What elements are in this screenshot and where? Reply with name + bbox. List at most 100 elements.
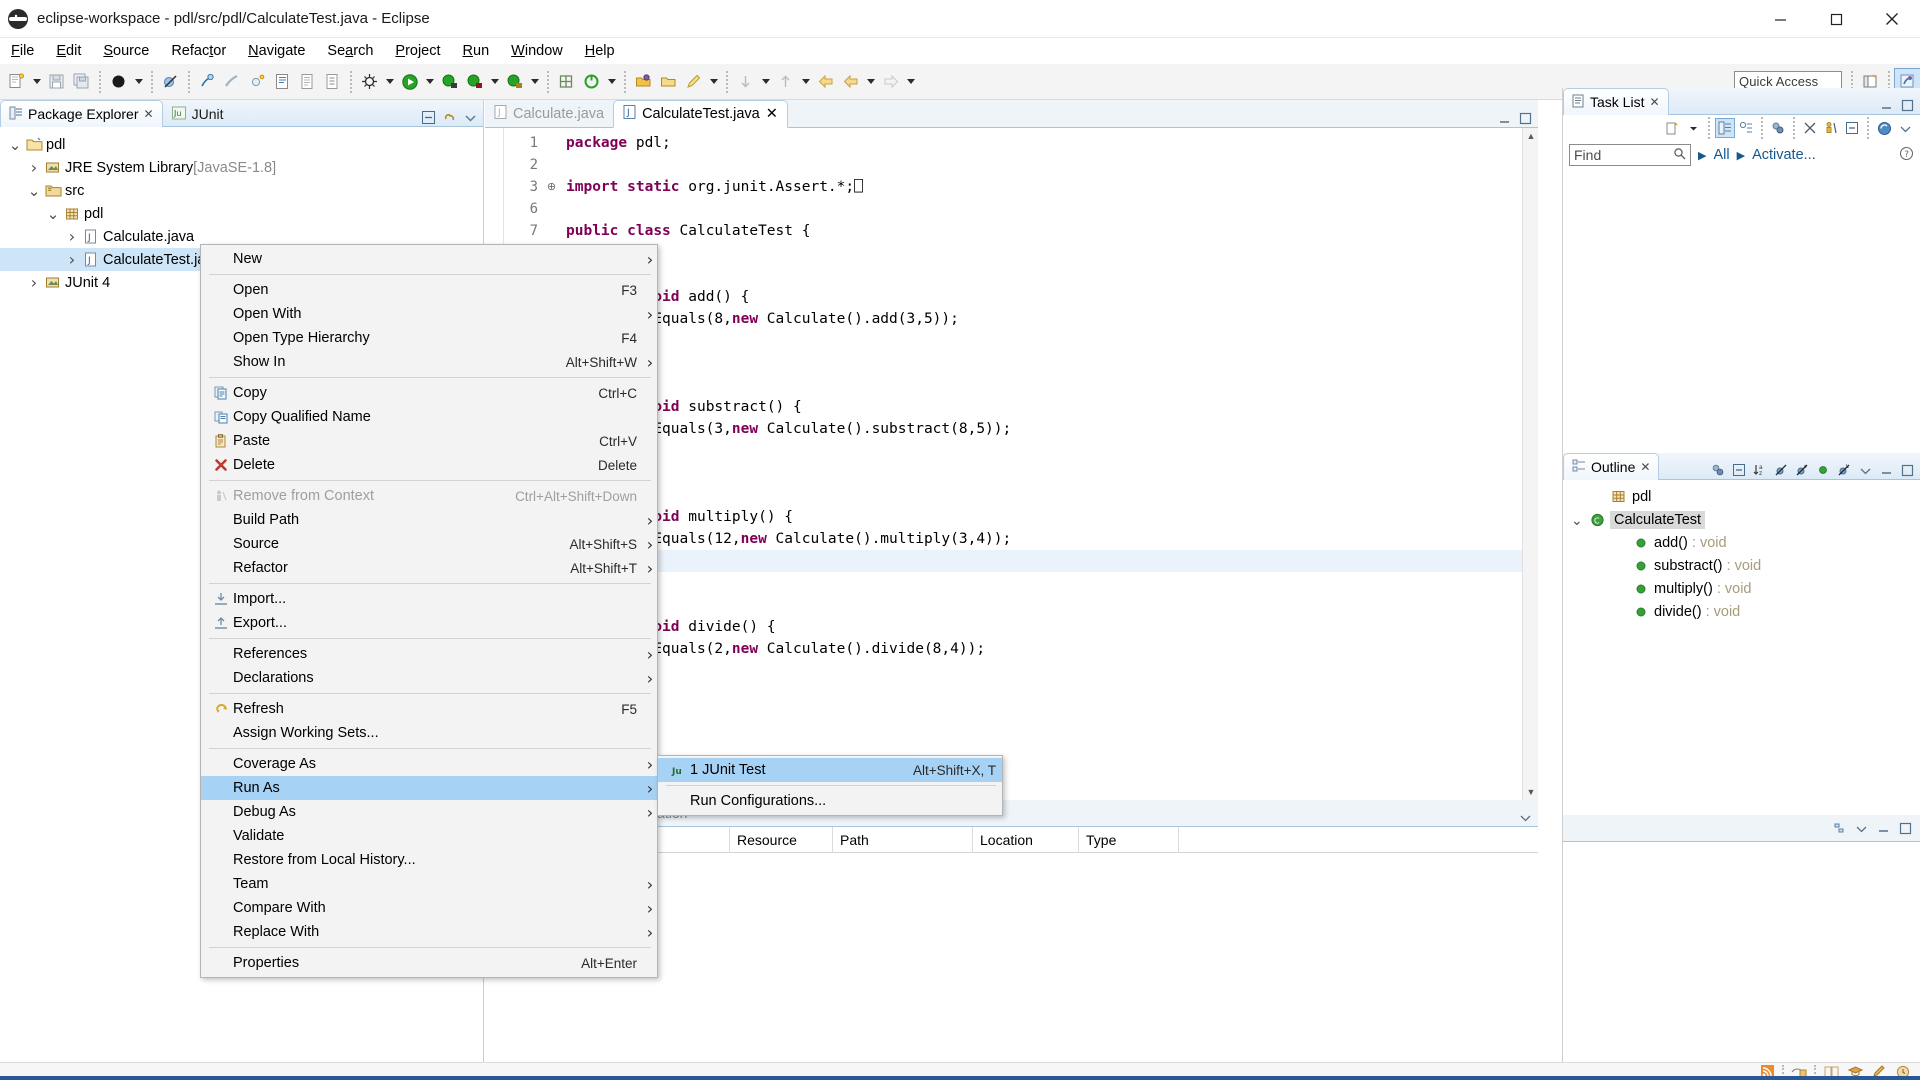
context-menu-item-new[interactable]: New › (201, 247, 657, 271)
close-button[interactable] (1864, 0, 1920, 38)
code-line[interactable]: public void divide() { (566, 616, 1538, 638)
code-line[interactable] (566, 462, 1538, 484)
scheduled-presentation-icon[interactable] (1737, 119, 1755, 137)
chevron-right-icon[interactable]: › (63, 250, 81, 269)
code-line[interactable]: } (566, 660, 1538, 682)
context-menu-item-open-with[interactable]: Open With › (201, 302, 657, 326)
collapse-all-icon[interactable] (419, 108, 437, 126)
column-header[interactable]: Type (1079, 826, 1179, 853)
back-icon[interactable] (813, 69, 838, 95)
scroll-down-icon[interactable]: ▼ (1523, 784, 1539, 800)
profile3-icon[interactable] (502, 69, 527, 95)
profile-icon[interactable] (437, 69, 462, 95)
code-line[interactable]: } (566, 440, 1538, 462)
code-line[interactable]: assertEquals(2,new Calculate().divide(8,… (566, 638, 1538, 660)
column-header[interactable]: Location (973, 826, 1079, 853)
context-menu-item-build-path[interactable]: Build Path › (201, 508, 657, 532)
back-dropdown-arrow[interactable] (863, 69, 878, 95)
new-class-icon[interactable] (245, 69, 270, 95)
tree-item[interactable]: ⌄ pdl (0, 202, 483, 225)
view-menu-icon[interactable] (1856, 461, 1874, 479)
new-wizard-icon[interactable] (4, 69, 29, 95)
column-header[interactable]: Resource (730, 826, 833, 853)
run-as-submenu[interactable]: Ju 1 JUnit Test Alt+Shift+X, T Run Configur… (657, 755, 1003, 816)
hide-nonpublic-icon[interactable] (1814, 461, 1832, 479)
forward-dropdown-arrow[interactable] (903, 69, 918, 95)
view-menu-icon[interactable] (1516, 808, 1534, 826)
sort-icon[interactable]: az (1751, 461, 1769, 479)
code-line[interactable]: assertEquals(12,new Calculate().multiply… (566, 528, 1538, 550)
toggle-mark-occurrences-icon[interactable] (295, 69, 320, 95)
debug-icon[interactable] (106, 69, 131, 95)
column-header[interactable]: Path (833, 826, 973, 853)
context-menu-item-import[interactable]: Import... (201, 587, 657, 611)
code-line[interactable] (566, 572, 1538, 594)
minimize-icon[interactable] (1877, 96, 1895, 114)
context-menu-item-run-as[interactable]: Run As › (201, 776, 657, 800)
close-icon[interactable]: ✕ (1640, 460, 1650, 474)
tree-item[interactable]: ⌄ pdl (0, 133, 483, 156)
minimize-button[interactable] (1752, 0, 1808, 38)
open-resource-icon[interactable] (656, 69, 681, 95)
context-menu-item-delete[interactable]: Delete Delete (201, 453, 657, 477)
profile2-icon[interactable] (462, 69, 487, 95)
view-menu-icon[interactable] (1852, 819, 1870, 837)
code-line[interactable] (566, 352, 1538, 374)
new-java-project-icon[interactable] (195, 69, 220, 95)
context-menu-item-refactor[interactable]: Refactor Alt+Shift+T › (201, 556, 657, 580)
open-type-icon[interactable] (631, 69, 656, 95)
outline-item[interactable]: pdl (1563, 485, 1920, 508)
open-task-icon[interactable] (270, 69, 295, 95)
submenu-item-run-configurations[interactable]: Run Configurations... (658, 789, 1002, 813)
context-menu-item-copy-qualified-name[interactable]: Copy Qualified Name (201, 405, 657, 429)
context-menu-item-debug-as[interactable]: Debug As › (201, 800, 657, 824)
tab-junit[interactable]: Ju JUnit (163, 100, 233, 127)
back-history-icon[interactable] (838, 69, 863, 95)
scroll-up-icon[interactable]: ▲ (1523, 128, 1539, 144)
chevron-down-icon[interactable]: ⌄ (6, 137, 24, 152)
chevron-right-icon[interactable]: › (25, 158, 43, 177)
next-annotation-icon[interactable] (733, 69, 758, 95)
context-menu-item-declarations[interactable]: Declarations › (201, 666, 657, 690)
menu-run[interactable]: Run (452, 41, 501, 61)
context-menu-item-coverage-as[interactable]: Coverage As › (201, 752, 657, 776)
outline-item[interactable]: substract() : void (1563, 554, 1920, 577)
menu-search[interactable]: Search (316, 41, 384, 61)
menu-navigate[interactable]: Navigate (237, 41, 316, 61)
help-icon[interactable]: ? (1899, 146, 1914, 165)
chevron-right-icon[interactable]: › (25, 273, 43, 292)
annotation-dropdown-arrow[interactable] (706, 69, 721, 95)
focus-active-task-icon[interactable] (1822, 119, 1840, 137)
code-line[interactable] (566, 198, 1538, 220)
menu-project[interactable]: Project (384, 41, 451, 61)
chevron-down-icon[interactable]: ⌄ (44, 206, 62, 221)
link-icon[interactable] (1830, 819, 1848, 837)
previous-annotation-icon[interactable] (773, 69, 798, 95)
collapse-all-icon[interactable] (1843, 119, 1861, 137)
minimize-icon[interactable] (1874, 819, 1892, 837)
maximize-icon[interactable] (1896, 819, 1914, 837)
clear-filter-icon[interactable] (1801, 119, 1819, 137)
context-menu-item-open[interactable]: Open F3 (201, 278, 657, 302)
external-tools-icon[interactable] (579, 69, 604, 95)
last-edit-icon[interactable] (320, 69, 345, 95)
synchronize-icon[interactable] (1875, 119, 1893, 137)
close-icon[interactable]: ✕ (766, 106, 778, 122)
coverage-dropdown-arrow[interactable] (382, 69, 397, 95)
maximize-icon[interactable] (1898, 461, 1916, 479)
context-menu-item-validate[interactable]: Validate (201, 824, 657, 848)
context-menu-item-show-in[interactable]: Show In Alt+Shift+W › (201, 350, 657, 374)
maximize-icon[interactable] (1898, 96, 1916, 114)
view-menu-icon[interactable] (1896, 119, 1914, 137)
outline-item[interactable]: divide() : void (1563, 600, 1920, 623)
code-line[interactable]: public void add() { (566, 286, 1538, 308)
code-line[interactable]: @Test (566, 264, 1538, 286)
code-line[interactable]: } (566, 330, 1538, 352)
code-line[interactable]: package pdl; (566, 132, 1538, 154)
outline-item-selected[interactable]: ⌄ C CalculateTest (1563, 508, 1920, 531)
task-find-input[interactable]: Find (1569, 144, 1691, 166)
context-menu-item-open-type-hierarchy[interactable]: Open Type Hierarchy F4 (201, 326, 657, 350)
code-line[interactable]: public class CalculateTest { (566, 220, 1538, 242)
collapse-all-icon[interactable] (1730, 461, 1748, 479)
profile3-dropdown-arrow[interactable] (527, 69, 542, 95)
